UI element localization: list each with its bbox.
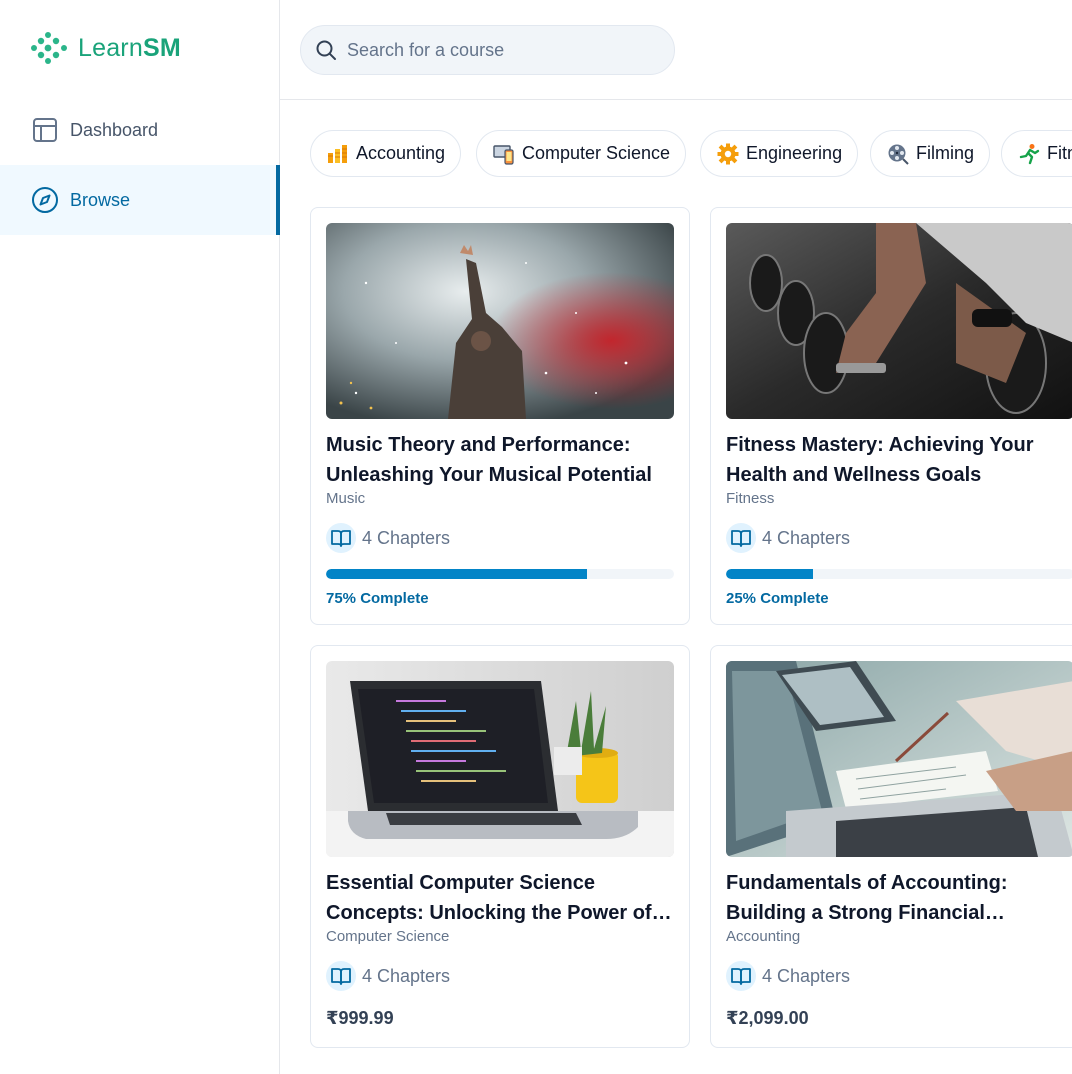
category-chips: Accounting Computer Science Engineering …: [310, 130, 1072, 178]
film-reel-icon: [887, 143, 909, 165]
chapter-count-label: 4 Chapters: [762, 965, 851, 986]
layout-icon: [31, 116, 59, 144]
category-chip-label: Engineering: [746, 143, 843, 163]
category-chip-fitness[interactable]: Fitness: [1001, 130, 1072, 177]
course-price: ₹999.99: [326, 1008, 394, 1028]
search-box[interactable]: [300, 25, 675, 75]
sidebar-item-label: Dashboard: [70, 119, 159, 140]
chapter-count-label: 4 Chapters: [362, 965, 451, 986]
progress-fill: [726, 569, 813, 579]
progress-label: 75% Complete: [326, 590, 429, 607]
logo-text: LearnSM: [78, 33, 181, 62]
logo[interactable]: LearnSM: [30, 30, 181, 66]
course-category: Music: [326, 490, 366, 507]
course-card-fitness[interactable]: Fitness Mastery: Achieving Your Health a…: [710, 207, 1072, 625]
course-thumbnail: [326, 223, 674, 419]
chapter-count-label: 4 Chapters: [762, 527, 851, 548]
category-chip-filming[interactable]: Filming: [870, 130, 991, 177]
sidebar-item-label: Browse: [70, 189, 131, 210]
book-icon: [326, 523, 356, 553]
book-icon: [726, 961, 756, 991]
category-chip-label: Accounting: [356, 143, 446, 163]
course-card-computer-science[interactable]: Essential Computer Science Concepts: Unl…: [310, 645, 690, 1048]
chapter-count: 4 Chapters: [726, 961, 850, 991]
category-chip-computer-science[interactable]: Computer Science: [476, 130, 687, 177]
sidebar-item-browse[interactable]: Browse: [0, 165, 280, 235]
progress-label: 25% Complete: [726, 590, 829, 607]
category-chip-engineering[interactable]: Engineering: [700, 130, 859, 177]
sidebar-item-dashboard[interactable]: Dashboard: [0, 95, 280, 165]
course-category: Fitness: [726, 490, 775, 507]
book-icon: [326, 961, 356, 991]
course-title[interactable]: Fundamentals of Accounting: Building a S…: [726, 868, 1072, 928]
search-icon: [316, 40, 336, 60]
course-price: ₹2,099.00: [726, 1008, 809, 1028]
course-card-accounting[interactable]: Fundamentals of Accounting: Building a S…: [710, 645, 1072, 1048]
runner-icon: [1018, 143, 1040, 165]
course-title[interactable]: Fitness Mastery: Achieving Your Health a…: [726, 430, 1072, 490]
chapter-count-label: 4 Chapters: [362, 527, 451, 548]
course-title[interactable]: Music Theory and Performance: Unleashing…: [326, 430, 676, 490]
course-card-music[interactable]: Music Theory and Performance: Unleashing…: [310, 207, 690, 625]
progress-bar: [726, 569, 1072, 579]
course-thumbnail: [726, 223, 1072, 419]
sidebar: LearnSM Dashboard Browse: [0, 0, 280, 1074]
chapter-count: 4 Chapters: [326, 961, 450, 991]
search-input[interactable]: [347, 39, 647, 61]
chapter-count: 4 Chapters: [326, 523, 450, 553]
gear-icon: [717, 143, 739, 165]
category-chip-label: Fitness: [1047, 143, 1072, 163]
course-category: Computer Science: [326, 928, 450, 945]
progress-fill: [326, 569, 587, 579]
course-thumbnail: [326, 661, 674, 857]
coins-icon: [327, 143, 349, 165]
category-chip-label: Filming: [916, 143, 975, 163]
course-thumbnail: [726, 661, 1072, 857]
progress-bar: [326, 569, 674, 579]
chapter-count: 4 Chapters: [726, 523, 850, 553]
book-icon: [726, 523, 756, 553]
devices-icon: [493, 143, 515, 165]
course-category: Accounting: [726, 928, 801, 945]
course-title[interactable]: Essential Computer Science Concepts: Unl…: [326, 868, 676, 928]
logo-mark-icon: [31, 32, 67, 64]
category-chip-label: Computer Science: [522, 143, 671, 163]
category-chip-accounting[interactable]: Accounting: [310, 130, 462, 177]
compass-icon: [31, 186, 59, 214]
top-bar: [280, 0, 1072, 100]
